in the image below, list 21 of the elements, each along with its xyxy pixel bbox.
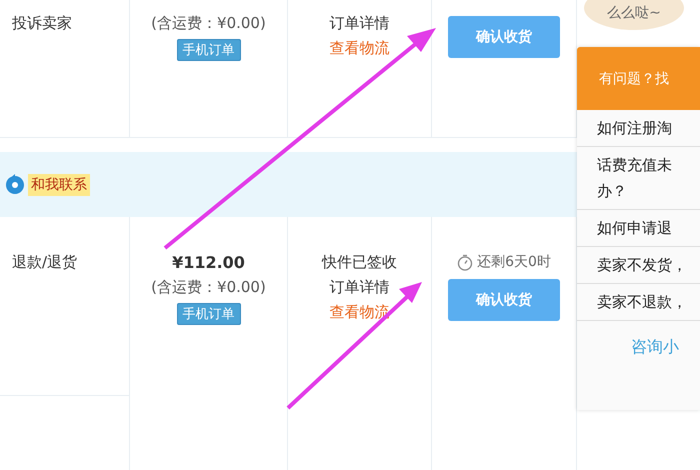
chat-bubble-icon xyxy=(4,174,26,196)
help-question[interactable]: 卖家不退款， xyxy=(577,284,700,321)
refund-link[interactable]: 退款/退货 xyxy=(12,253,78,272)
help-question[interactable]: 卖家不发货， xyxy=(577,247,700,284)
stopwatch-icon xyxy=(457,254,474,270)
help-question[interactable]: 如何申请退 xyxy=(577,210,700,247)
order-detail-link[interactable]: 订单详情 xyxy=(330,278,390,297)
help-panel-header: 有问题？找 xyxy=(577,47,700,110)
refund-link[interactable]: 投诉卖家 xyxy=(12,14,72,33)
order-price: ¥112.00 xyxy=(172,253,245,272)
countdown-text: 还剩6天0时 xyxy=(477,253,551,271)
shipping-fee: (含运费：¥0.00) xyxy=(151,14,266,33)
speech-bubble: 么么哒~ xyxy=(584,0,684,30)
shipping-fee: (含运费：¥0.00) xyxy=(151,278,266,297)
contact-me-link[interactable]: 和我联系 xyxy=(28,174,90,196)
mobile-order-badge: 手机订单 xyxy=(176,39,240,61)
mobile-order-badge: 手机订单 xyxy=(176,303,240,325)
order-detail-link[interactable]: 订单详情 xyxy=(330,14,390,33)
order-status: 快件已签收 xyxy=(322,253,397,272)
help-question[interactable]: 如何注册淘 xyxy=(577,110,700,147)
help-question[interactable]: 话费充值未 办？ xyxy=(577,147,700,210)
